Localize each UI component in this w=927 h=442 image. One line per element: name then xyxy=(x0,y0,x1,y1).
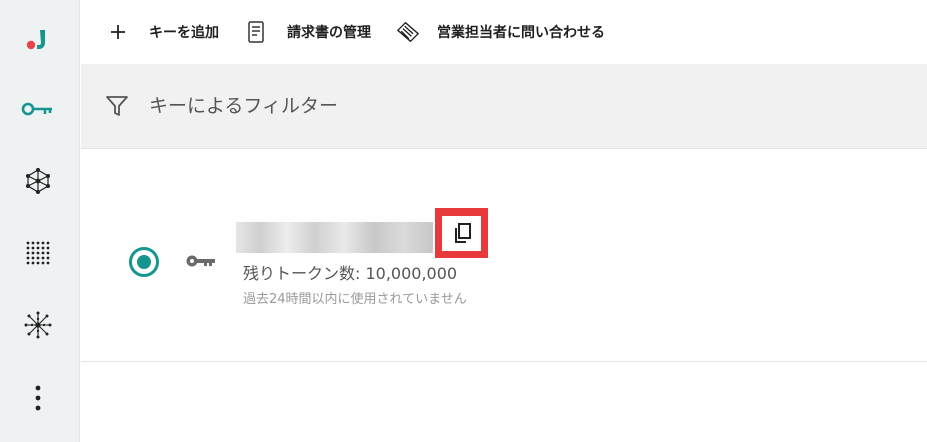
key-select-radio[interactable] xyxy=(129,247,159,277)
contact-sales-button[interactable]: 営業担当者に問い合わせる xyxy=(395,12,605,52)
sidebar-item-grid[interactable] xyxy=(16,231,60,275)
sidebar-item-api-keys[interactable] xyxy=(16,87,60,131)
brand-logo-icon xyxy=(26,30,45,50)
key-filter-input[interactable] xyxy=(149,95,649,117)
network-icon xyxy=(26,168,50,194)
handshake-icon xyxy=(397,21,419,43)
tokens-remaining: 残りトークン数: 10,000,000 xyxy=(243,264,458,283)
sidebar xyxy=(0,0,80,442)
sparkle-network-icon xyxy=(24,311,52,339)
sidebar-item-models[interactable] xyxy=(16,303,60,347)
plus-icon xyxy=(107,21,129,43)
copy-icon xyxy=(454,223,471,243)
filter-bar xyxy=(81,64,927,149)
contact-sales-label: 営業担当者に問い合わせる xyxy=(437,25,605,41)
copy-button-face xyxy=(442,215,481,251)
filter-icon xyxy=(103,92,131,120)
more-vertical-icon xyxy=(35,385,41,411)
api-key-row: 残りトークン数: 10,000,000 過去24時間以内に使用されていません xyxy=(81,150,927,362)
key-icon xyxy=(21,102,52,116)
add-key-label: キーを追加 xyxy=(149,25,219,41)
invoice-icon xyxy=(245,21,267,43)
toolbar: キーを追加 請求書の管理 営業担当者に問い合わせる xyxy=(81,0,927,64)
redacted-api-key xyxy=(236,222,433,253)
key-icon xyxy=(185,253,217,273)
usage-status: 過去24時間以内に使用されていません xyxy=(243,292,467,307)
add-key-button[interactable]: キーを追加 xyxy=(81,12,219,52)
manage-billing-label: 請求書の管理 xyxy=(287,25,371,41)
copy-key-button[interactable] xyxy=(435,208,488,258)
more-button[interactable] xyxy=(16,376,60,420)
manage-billing-button[interactable]: 請求書の管理 xyxy=(243,12,371,52)
brand-logo[interactable] xyxy=(16,17,60,61)
sidebar-item-network[interactable] xyxy=(16,159,60,203)
dot-grid-icon xyxy=(26,241,50,265)
